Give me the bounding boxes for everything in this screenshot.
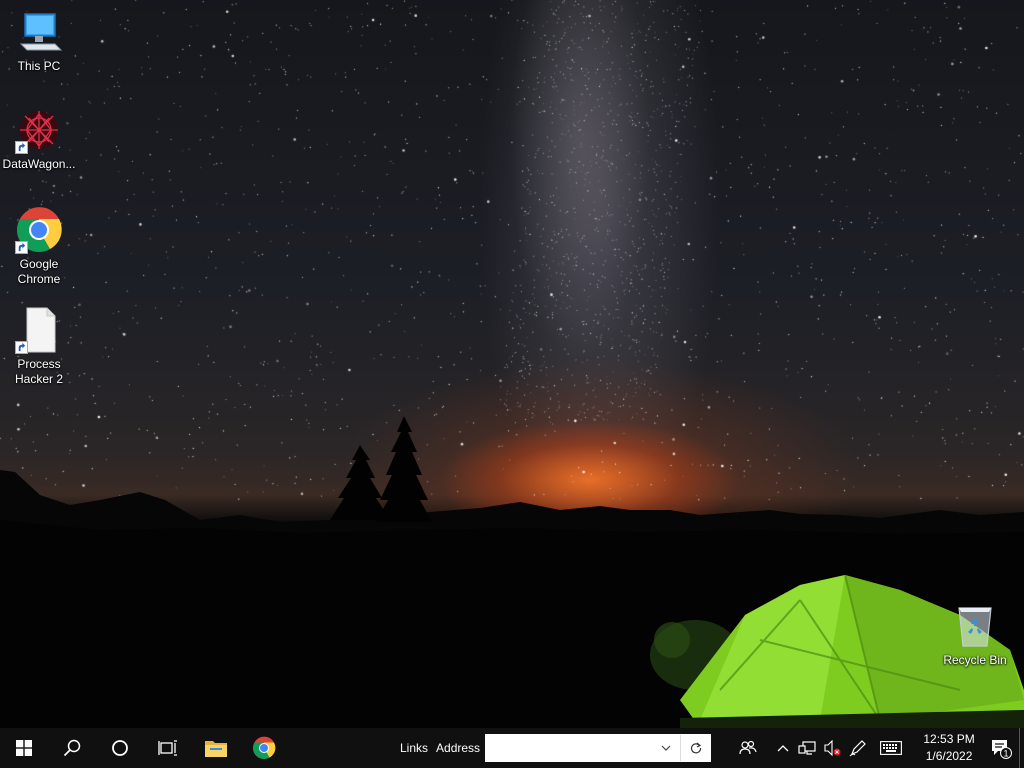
network-button[interactable] [795,728,819,768]
volume-muted-icon [824,740,841,756]
desktop-wallpaper [0,0,1024,728]
pen-icon [849,740,866,757]
file-explorer-icon [205,741,227,757]
clock-time: 12:53 PM [923,732,975,746]
recycle-bin-icon [951,602,999,650]
desktop-icon-label: This PC [17,59,61,73]
desktop-icon-label: DataWagon... [2,157,76,171]
taskbar-file-explorer[interactable] [192,728,240,768]
taskbar: Links Address 12:53 PM 1/6/2022 1 [0,728,1024,768]
volume-button[interactable] [819,728,845,768]
people-button[interactable] [725,728,771,768]
cortana-button[interactable] [96,728,144,768]
desktop-icon-this-pc[interactable]: This PC [1,8,77,74]
this-pc-icon [15,8,63,56]
clock[interactable]: 12:53 PM 1/6/2022 [917,731,981,765]
desktop-icon-label: Process Hacker 2 [14,357,64,386]
cortana-icon [112,740,128,756]
address-input[interactable] [486,735,653,761]
chrome-icon [253,736,276,759]
task-view-icon [158,740,177,756]
people-icon [739,740,757,755]
task-view-button[interactable] [144,728,192,768]
notification-icon: 1 [992,740,1012,759]
action-center-button[interactable]: 1 [986,728,1016,768]
start-button[interactable] [0,728,48,768]
desktop-icon-process-hacker[interactable]: Process Hacker 2 [1,306,77,387]
chevron-up-icon [777,745,789,752]
shortcut-arrow-icon [15,341,28,354]
chrome-icon [15,206,63,254]
address-toolbar-label: Address [436,741,481,755]
search-button[interactable] [48,728,96,768]
taskbar-chrome[interactable] [240,728,288,768]
show-desktop-button[interactable] [1019,728,1024,768]
search-icon [63,739,81,757]
show-hidden-icons-button[interactable] [771,728,795,768]
desktop-icon-datawagon[interactable]: DataWagon... [1,106,77,172]
address-refresh-button[interactable] [680,735,710,761]
address-dropdown-button[interactable] [652,735,680,761]
chevron-down-icon [661,745,671,751]
touch-keyboard-button[interactable] [871,728,911,768]
windows-logo-icon [16,740,32,756]
shortcut-arrow-icon [15,241,28,254]
desktop-icon-label: Google Chrome [17,257,61,286]
windows-ink-button[interactable] [845,728,871,768]
desktop-icon-google-chrome[interactable]: Google Chrome [1,206,77,287]
desktop-icon-recycle-bin[interactable]: Recycle Bin [937,602,1013,668]
clock-date: 1/6/2022 [925,749,973,763]
network-icon [798,741,816,755]
landscape-silhouette [0,416,1024,728]
keyboard-icon [880,741,902,755]
refresh-icon [690,742,701,754]
shortcut-arrow-icon [15,141,28,154]
links-toolbar[interactable]: Links [400,741,428,755]
datawagon-icon [15,106,63,154]
address-box [485,734,712,762]
desktop-icon-label: Recycle Bin [943,653,1007,667]
notification-count: 1 [1003,749,1008,759]
process-hacker-icon [15,306,63,354]
